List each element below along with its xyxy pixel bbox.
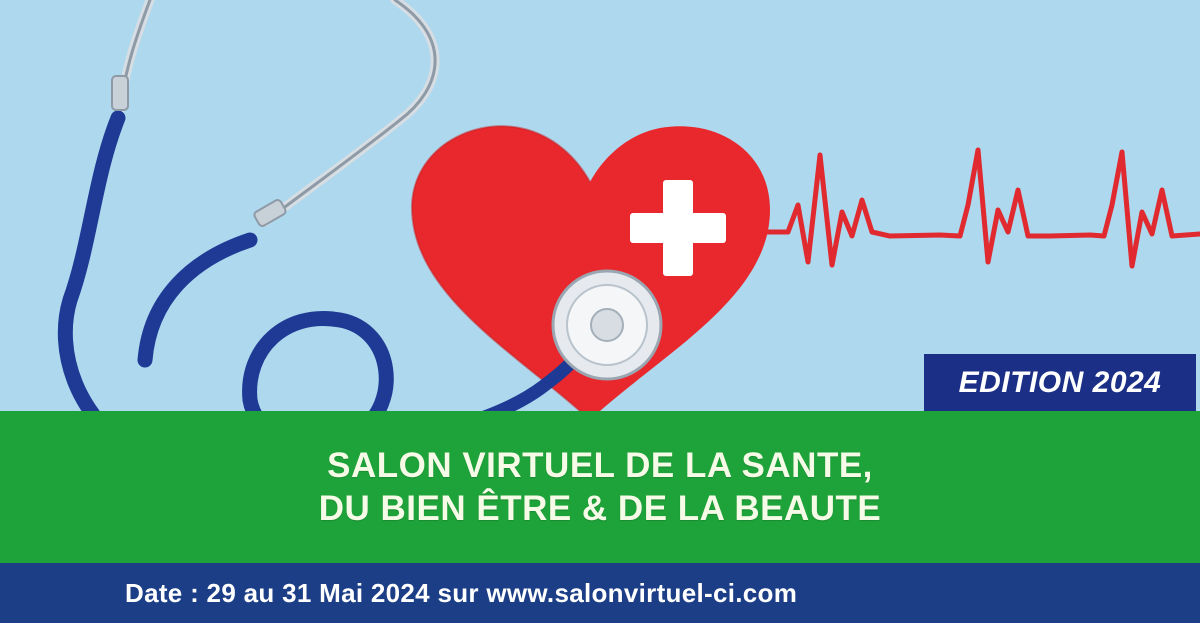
event-title-line-2: DU BIEN ÊTRE & DE LA BEAUTE: [318, 489, 882, 528]
event-date-footer: Date : 29 au 31 Mai 2024 sur www.salonvi…: [0, 563, 1200, 623]
event-date-text: Date : 29 au 31 Mai 2024 sur www.salonvi…: [125, 577, 798, 608]
edition-badge: EDITION 2024: [924, 354, 1196, 411]
event-title-line-1: SALON VIRTUEL DE LA SANTE,: [327, 446, 873, 485]
event-title-banner: SALON VIRTUEL DE LA SANTE, DU BIEN ÊTRE …: [0, 411, 1200, 563]
